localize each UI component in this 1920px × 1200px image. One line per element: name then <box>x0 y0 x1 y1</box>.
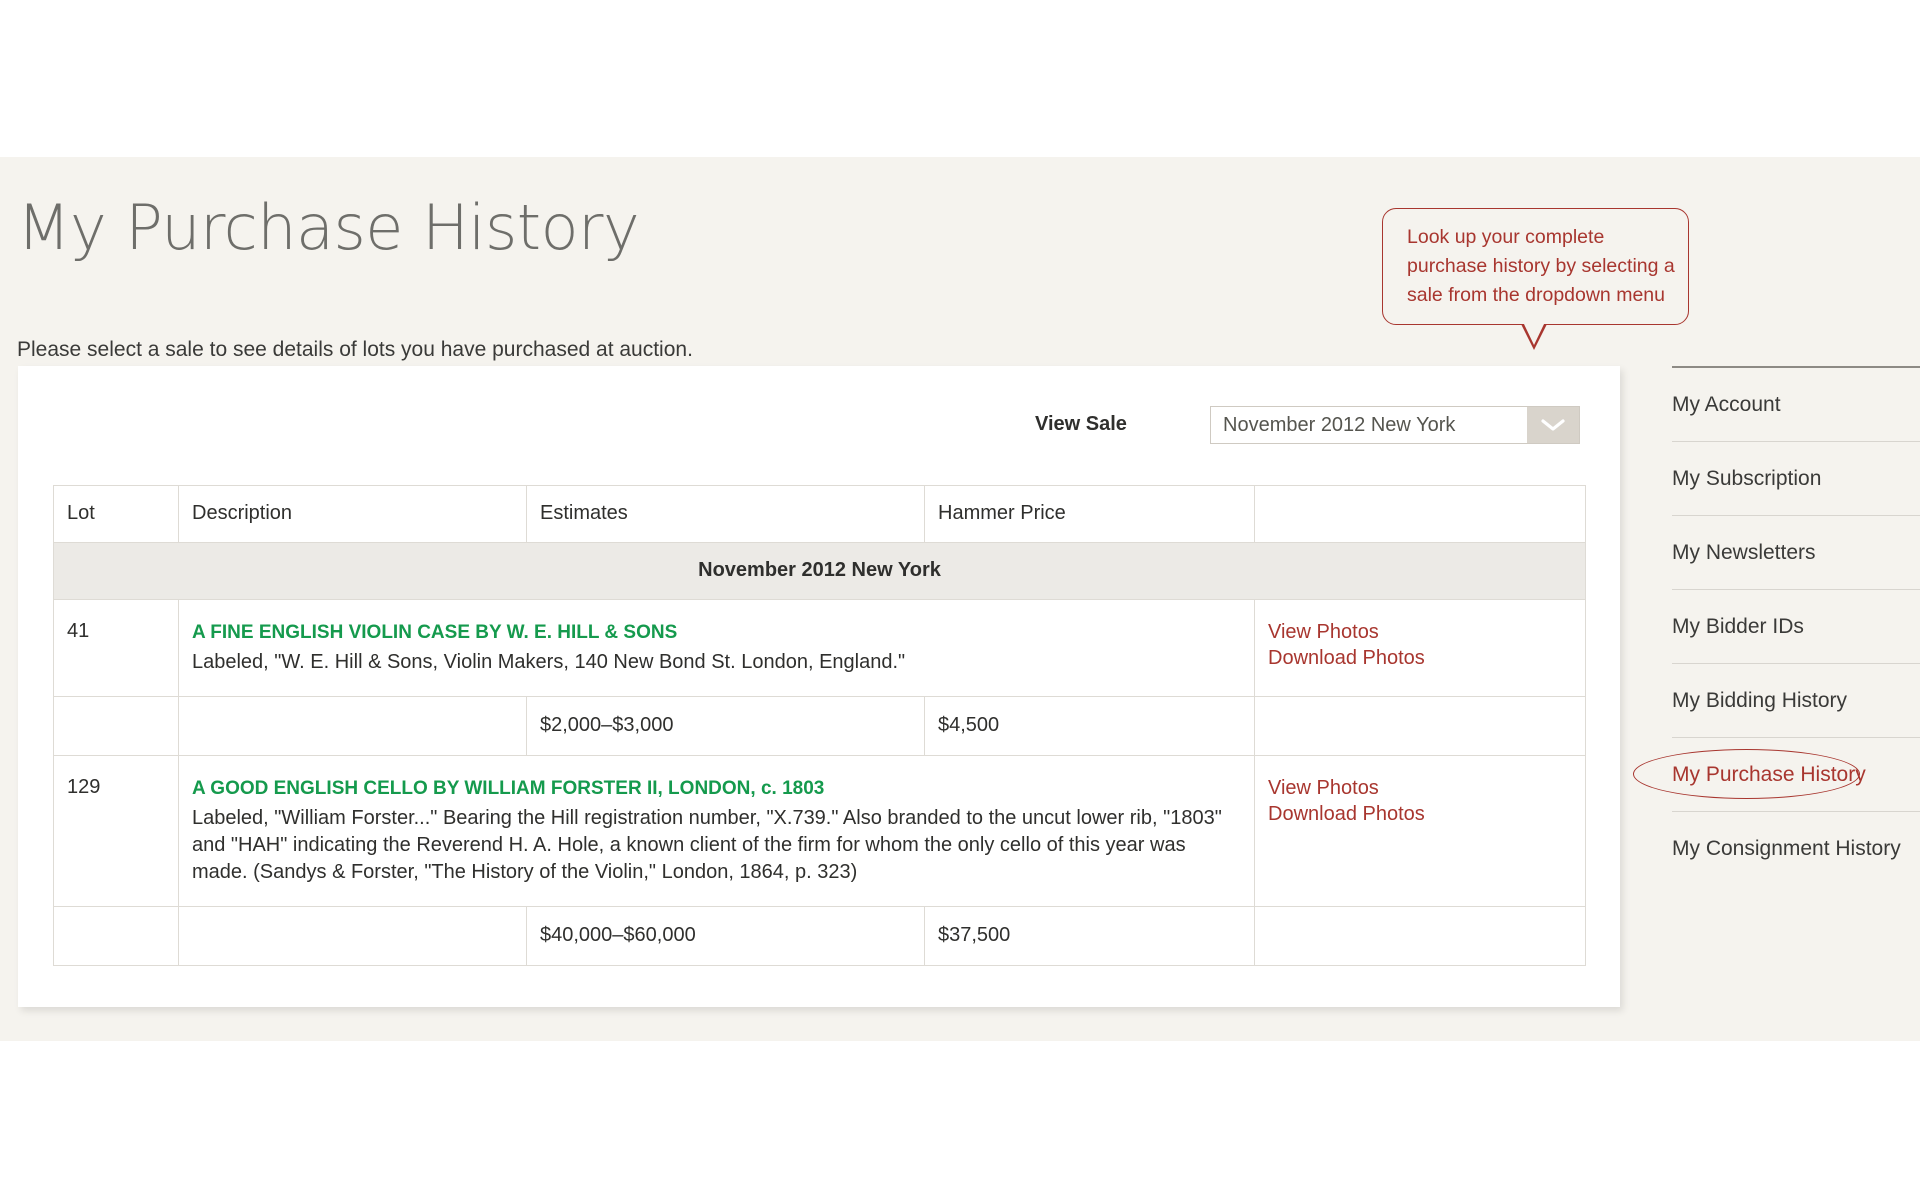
sale-select[interactable]: November 2012 New York <box>1210 406 1580 444</box>
table-row-prices: $2,000–$3,000 $4,500 <box>53 696 1586 756</box>
sidebar-item-label: My Newsletters <box>1672 540 1816 564</box>
lot-photo-links: View Photos Download Photos <box>1254 755 1586 907</box>
sale-select-value[interactable]: November 2012 New York <box>1211 407 1527 443</box>
lot-estimates: $2,000–$3,000 <box>526 696 925 756</box>
sidebar-item-my-purchase-history[interactable]: My Purchase History <box>1633 738 1920 812</box>
column-header-lot: Lot <box>53 485 179 543</box>
lot-body: Labeled, "William Forster..." Bearing th… <box>192 807 1222 883</box>
callout-bubble: Look up your complete purchase history b… <box>1382 208 1689 325</box>
page-title: My Purchase History <box>17 191 640 264</box>
callout-tail-fill <box>1523 322 1545 345</box>
lot-title[interactable]: A FINE ENGLISH VIOLIN CASE BY W. E. HILL… <box>192 619 1240 646</box>
view-photos-link[interactable]: View Photos <box>1268 775 1585 801</box>
lot-body: Labeled, "W. E. Hill & Sons, Violin Make… <box>192 651 906 673</box>
lot-spacer-cell <box>53 696 179 756</box>
purchase-history-table: Lot Description Estimates Hammer Price N… <box>53 485 1586 966</box>
view-photos-link[interactable]: View Photos <box>1268 619 1585 645</box>
description-spacer-cell <box>178 906 527 966</box>
sidebar-item-label: My Bidder IDs <box>1672 614 1804 638</box>
links-spacer-cell <box>1254 696 1586 756</box>
sidebar-item-my-account[interactable]: My Account <box>1672 368 1920 442</box>
sidebar-item-my-newsletters[interactable]: My Newsletters <box>1672 516 1920 590</box>
description-spacer-cell <box>178 696 527 756</box>
account-sidebar: My Account My Subscription My Newsletter… <box>1633 366 1920 886</box>
column-header-hammer-price: Hammer Price <box>924 485 1255 543</box>
sale-band-row: November 2012 New York <box>53 542 1586 600</box>
lot-spacer-cell <box>53 906 179 966</box>
page-root: My Purchase History Please select a sale… <box>0 0 1920 1200</box>
lot-hammer-price: $37,500 <box>924 906 1255 966</box>
table-row: 129 A GOOD ENGLISH CELLO BY WILLIAM FORS… <box>53 755 1586 907</box>
lot-description-cell: A FINE ENGLISH VIOLIN CASE BY W. E. HILL… <box>178 599 1255 697</box>
sidebar-item-label: My Bidding History <box>1672 688 1848 712</box>
view-sale-label: View Sale <box>1035 413 1127 435</box>
sidebar-item-my-subscription[interactable]: My Subscription <box>1672 442 1920 516</box>
download-photos-link[interactable]: Download Photos <box>1268 801 1585 827</box>
sidebar-item-label: My Account <box>1672 392 1781 416</box>
sidebar-item-my-consignment-history[interactable]: My Consignment History <box>1672 812 1920 886</box>
lot-description-cell: A GOOD ENGLISH CELLO BY WILLIAM FORSTER … <box>178 755 1255 907</box>
callout-text: Look up your complete purchase history b… <box>1407 226 1675 306</box>
chevron-down-icon[interactable] <box>1527 407 1579 443</box>
download-photos-link[interactable]: Download Photos <box>1268 645 1585 671</box>
table-header-row: Lot Description Estimates Hammer Price <box>53 485 1586 543</box>
column-header-description: Description <box>178 485 527 543</box>
sidebar-item-label: My Subscription <box>1672 466 1822 490</box>
lot-number: 41 <box>53 599 179 697</box>
lot-hammer-price: $4,500 <box>924 696 1255 756</box>
column-header-photos <box>1254 485 1586 543</box>
page-subtitle: Please select a sale to see details of l… <box>17 338 693 361</box>
column-header-estimates: Estimates <box>526 485 925 543</box>
sale-band-label: November 2012 New York <box>53 542 1586 600</box>
lot-number: 129 <box>53 755 179 907</box>
table-row-prices: $40,000–$60,000 $37,500 <box>53 906 1586 966</box>
sidebar-item-my-bidding-history[interactable]: My Bidding History <box>1672 664 1920 738</box>
sidebar-item-label: My Purchase History <box>1672 762 1866 786</box>
lot-title[interactable]: A GOOD ENGLISH CELLO BY WILLIAM FORSTER … <box>192 775 1240 802</box>
lot-photo-links: View Photos Download Photos <box>1254 599 1586 697</box>
links-spacer-cell <box>1254 906 1586 966</box>
table-row: 41 A FINE ENGLISH VIOLIN CASE BY W. E. H… <box>53 599 1586 697</box>
sidebar-item-label: My Consignment History <box>1672 837 1901 860</box>
sidebar-item-my-bidder-ids[interactable]: My Bidder IDs <box>1672 590 1920 664</box>
lot-estimates: $40,000–$60,000 <box>526 906 925 966</box>
